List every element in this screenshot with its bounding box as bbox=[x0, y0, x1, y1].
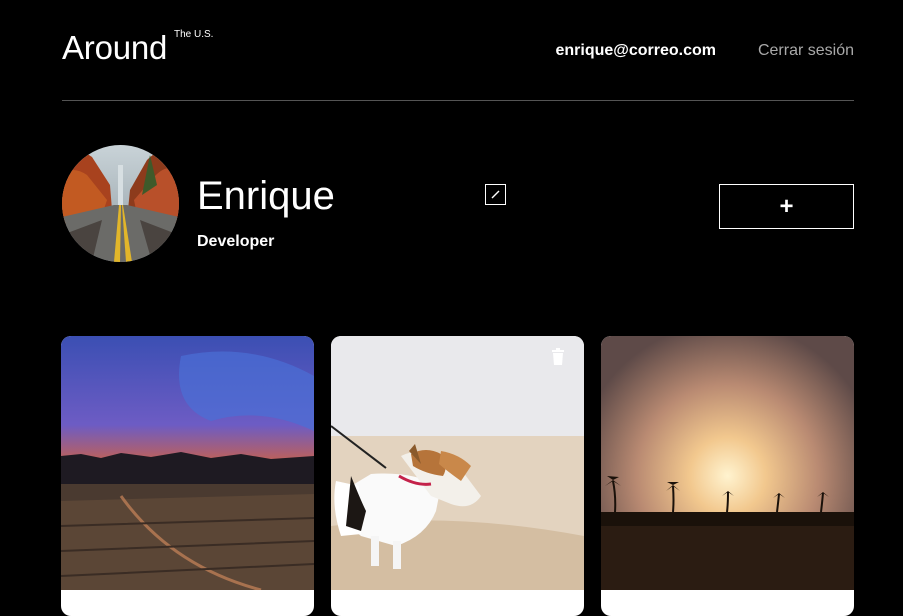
card-image[interactable] bbox=[601, 336, 854, 590]
profile-about: Developer bbox=[197, 233, 275, 250]
pencil-icon bbox=[491, 190, 500, 199]
avatar[interactable] bbox=[62, 145, 179, 262]
edit-profile-button[interactable] bbox=[485, 184, 506, 205]
avatar-image bbox=[62, 145, 179, 262]
card-image[interactable] bbox=[331, 336, 584, 590]
add-card-button[interactable]: + bbox=[719, 184, 854, 229]
site-header: Around The U.S. enrique@correo.com Cerra… bbox=[62, 0, 854, 101]
card bbox=[61, 336, 314, 616]
card bbox=[331, 336, 584, 616]
logo-superscript: The U.S. bbox=[174, 29, 214, 40]
card bbox=[601, 336, 854, 616]
card-image[interactable] bbox=[61, 336, 314, 590]
logout-link[interactable]: Cerrar sesión bbox=[758, 42, 854, 60]
profile-name: Enrique bbox=[197, 174, 335, 218]
logo: Around bbox=[62, 29, 168, 66]
user-email: enrique@correo.com bbox=[555, 42, 716, 59]
trash-icon[interactable] bbox=[550, 348, 566, 366]
